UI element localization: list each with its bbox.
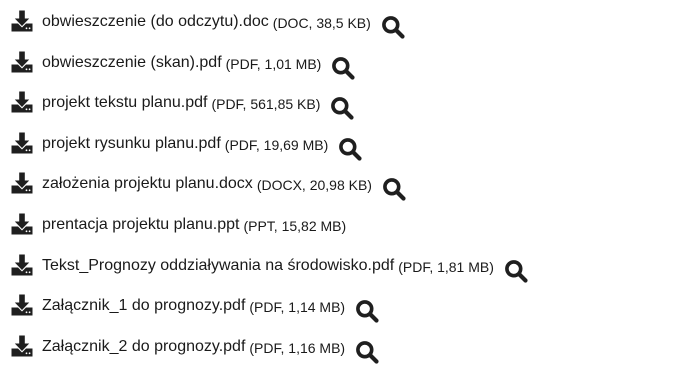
file-item: Załącznik_1 do prognozy.pdf (PDF, 1,14 M… — [8, 294, 688, 335]
download-icon[interactable] — [11, 10, 33, 32]
file-item: Załącznik_2 do prognozy.pdf (PDF, 1,16 M… — [8, 335, 688, 375]
file-link[interactable]: Załącznik_1 do prognozy.pdf — [42, 297, 245, 315]
file-item: Tekst_Prognozy oddziaływania na środowis… — [8, 254, 688, 295]
search-icon[interactable] — [504, 259, 528, 283]
file-link[interactable]: Tekst_Prognozy oddziaływania na środowis… — [42, 257, 394, 275]
download-icon[interactable] — [11, 254, 33, 276]
file-meta: (PDF, 1,14 MB) — [249, 299, 346, 316]
download-icon[interactable] — [11, 172, 33, 194]
search-icon[interactable] — [381, 15, 405, 39]
attachments-list: obwieszczenie (do odczytu).doc (DOC, 38,… — [8, 10, 688, 375]
download-icon[interactable] — [11, 294, 33, 316]
file-link[interactable]: obwieszczenie (do odczytu).doc — [42, 13, 269, 31]
file-item: obwieszczenie (skan).pdf (PDF, 1,01 MB) — [8, 51, 688, 92]
search-icon[interactable] — [338, 137, 362, 161]
download-icon[interactable] — [11, 335, 33, 357]
file-meta: (PDF, 1,81 MB) — [398, 258, 494, 275]
download-icon[interactable] — [11, 91, 33, 113]
search-icon[interactable] — [330, 96, 354, 120]
file-meta: (PDF, 561,85 KB) — [211, 96, 321, 113]
search-icon[interactable] — [355, 340, 379, 364]
search-icon[interactable] — [331, 56, 355, 80]
file-link[interactable]: obwieszczenie (skan).pdf — [42, 54, 222, 72]
search-icon[interactable] — [382, 177, 406, 201]
file-meta: (PDF, 1,01 MB) — [225, 55, 322, 72]
file-link[interactable]: założenia projektu planu.docx — [42, 175, 253, 193]
file-meta: (PDF, 19,69 MB) — [224, 136, 329, 153]
file-meta: (PDF, 1,16 MB) — [249, 339, 346, 356]
file-item: projekt tekstu planu.pdf (PDF, 561,85 KB… — [8, 91, 688, 132]
download-icon[interactable] — [11, 213, 33, 235]
file-link[interactable]: Załącznik_2 do prognozy.pdf — [42, 338, 245, 356]
file-meta: (DOCX, 20,98 KB) — [256, 177, 372, 194]
download-icon[interactable] — [11, 51, 33, 73]
file-item: projekt rysunku planu.pdf (PDF, 19,69 MB… — [8, 132, 688, 173]
file-meta: (PPT, 15,82 MB) — [243, 217, 347, 234]
search-icon[interactable] — [355, 299, 379, 323]
file-meta: (DOC, 38,5 KB) — [272, 15, 371, 31]
file-link[interactable]: projekt rysunku planu.pdf — [42, 135, 221, 153]
file-link[interactable]: projekt tekstu planu.pdf — [42, 94, 207, 112]
file-item: założenia projektu planu.docx (DOCX, 20,… — [8, 172, 688, 213]
file-link[interactable]: prentacja projektu planu.ppt — [42, 216, 239, 234]
file-item: obwieszczenie (do odczytu).doc (DOC, 38,… — [8, 10, 688, 51]
download-icon[interactable] — [11, 132, 33, 154]
file-item: prentacja projektu planu.ppt (PPT, 15,82… — [8, 213, 688, 254]
